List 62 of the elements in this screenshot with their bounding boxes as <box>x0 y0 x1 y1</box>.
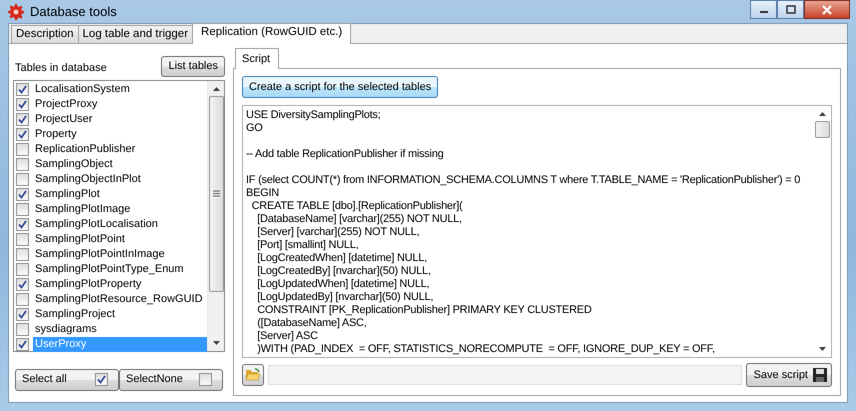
gear-icon <box>8 4 24 20</box>
list-item[interactable]: SamplingPlotPoint <box>33 232 127 246</box>
close-button[interactable] <box>804 0 850 19</box>
list-item[interactable]: sysdiagrams <box>33 322 99 336</box>
checkbox[interactable] <box>16 248 29 260</box>
checkbox[interactable] <box>16 202 29 216</box>
tab[interactable]: Log table and trigger <box>78 25 194 43</box>
list-item[interactable]: SamplingPlotProperty <box>33 276 144 292</box>
maximize-button[interactable] <box>777 0 804 19</box>
list-item[interactable]: ProjectProxy <box>33 96 100 112</box>
select-all-button[interactable]: Select all <box>15 368 119 390</box>
scrollbar[interactable] <box>207 80 224 350</box>
checkbox[interactable] <box>16 142 29 156</box>
checkbox[interactable] <box>16 308 29 320</box>
checkbox[interactable] <box>16 218 29 230</box>
close-icon <box>821 4 833 14</box>
tab[interactable]: Description <box>11 25 79 43</box>
folder-icon <box>245 368 261 382</box>
checkbox[interactable] <box>16 158 29 170</box>
save-script-button[interactable]: Save script <box>746 363 832 387</box>
list-item[interactable]: ReplicationPublisher <box>33 142 138 156</box>
tab[interactable]: Script <box>235 48 279 69</box>
checkbox[interactable] <box>16 338 29 350</box>
checkbox[interactable] <box>16 128 29 140</box>
list-item[interactable]: Property <box>33 126 79 142</box>
checkbox[interactable] <box>95 373 108 386</box>
list-item[interactable]: SamplingPlotPointInImage <box>33 246 167 262</box>
checkbox[interactable] <box>16 98 29 110</box>
minimize-button[interactable] <box>750 0 777 19</box>
create-script-button[interactable]: Create a script for the selected tables <box>242 76 438 98</box>
maximize-icon <box>786 5 796 14</box>
list-item[interactable]: SamplingObject <box>33 156 115 172</box>
list-item[interactable]: SamplingPlotResource_RowGUID <box>33 292 205 306</box>
list-label: Tables in database <box>15 61 107 76</box>
list-item[interactable]: SamplingProject <box>33 306 118 322</box>
list-item[interactable]: LocalisationSystem <box>33 82 132 96</box>
select-none-button[interactable]: SelectNone <box>119 368 223 390</box>
tab[interactable]: Replication (RowGUID etc.) <box>192 23 352 44</box>
scroll-thumb[interactable] <box>815 121 830 138</box>
list-item[interactable]: SamplingPlotLocalisation <box>33 216 160 232</box>
list-item[interactable]: SamplingObjectInPlot <box>33 172 143 186</box>
checkbox[interactable] <box>16 172 29 186</box>
list-item[interactable]: SamplingPlotPointType_Enum <box>33 262 186 276</box>
checkbox[interactable] <box>16 322 29 336</box>
grip-icon <box>212 190 220 197</box>
checkbox[interactable] <box>16 262 29 276</box>
checkbox[interactable] <box>16 82 29 96</box>
checkbox[interactable] <box>16 292 29 306</box>
list-tables-button[interactable]: List tables <box>161 56 225 76</box>
script-text: USE DiversitySamplingPlots; GO -- Add table ReplicationPublisher if missing IF (select COUNT(*) from INFORMATION_SCHEMA.COLUMNS T where T.TABLE_NAME = 'ReplicationPublisher') = 0 BEGIN CREATE TABLE [dbo].[ReplicationPublisher]( [DatabaseName] [varchar](255) NOT NULL, [Server] [varchar](255) NOT NULL, [Port] [smallint] NULL, [LogCreatedWhen] [datetime] NULL, [LogCreatedBy] [nvarchar](50) NULL, [LogUpdatedWhen] [datetime] NULL, [LogUpdatedBy] [nvarchar](50) NULL, CONSTRAINT [PK_ReplicationPublisher] PRIMARY KEY CLUSTERED ([DatabaseName] ASC, [Server] ASC )WITH (PAD_INDEX = OFF, STATISTICS_NORECOMPUTE = OFF, IGNORE_DUP_KEY = OFF, <box>245 108 802 357</box>
checkbox[interactable] <box>16 188 29 200</box>
list-item[interactable]: SamplingPlot <box>33 186 102 202</box>
window-title: Database tools <box>30 2 117 21</box>
checkbox[interactable] <box>199 373 212 386</box>
open-folder-button[interactable] <box>242 364 264 386</box>
checkbox[interactable] <box>16 278 29 290</box>
checkbox[interactable] <box>16 112 29 126</box>
checkbox[interactable] <box>16 232 29 246</box>
file-path-field[interactable] <box>268 365 742 385</box>
list-item[interactable]: ProjectUser <box>33 112 94 126</box>
list-item[interactable]: SamplingPlotImage <box>33 202 132 216</box>
scroll-thumb[interactable] <box>208 96 224 292</box>
